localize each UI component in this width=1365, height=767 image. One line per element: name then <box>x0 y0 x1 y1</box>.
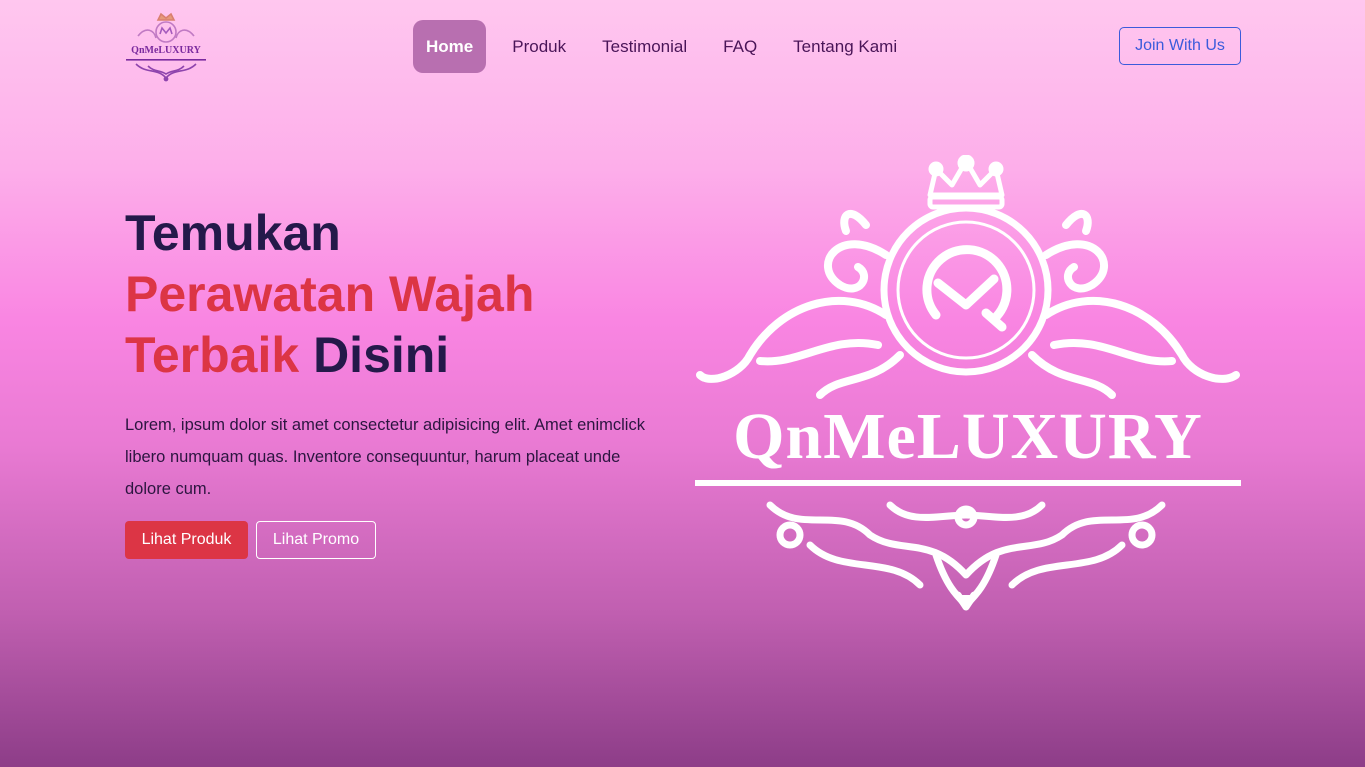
monogram-icon <box>922 245 1012 332</box>
nav-faq[interactable]: FAQ <box>723 37 757 57</box>
hero-title-word-terbaik: Terbaik <box>125 327 300 383</box>
hero-title-line-1: Temukan <box>125 203 534 264</box>
navbar: QnMeLUXURY Home Produk Testimonial FAQ T… <box>0 0 1365 92</box>
nav-tentang-kami[interactable]: Tentang Kami <box>793 37 897 57</box>
hero-description: Lorem, ipsum dolor sit amet consectetur … <box>125 416 645 498</box>
nav-testimonial[interactable]: Testimonial <box>602 37 687 57</box>
lihat-promo-button[interactable]: Lihat Promo <box>256 521 376 559</box>
hero-title-word-disini: Disini <box>313 327 450 383</box>
crown-icon <box>927 155 1005 210</box>
hero-title-line-2: Perawatan Wajah <box>125 266 535 322</box>
hero-title: Temukan Perawatan Wajah Terbaik Disini <box>125 203 534 386</box>
brand-logo[interactable]: QnMeLUXURY <box>124 12 208 82</box>
hero-title-line-3: Terbaik Disini <box>125 325 534 386</box>
ornament-icon <box>766 501 1166 611</box>
hero-title-word-temukan: Temukan <box>125 205 341 261</box>
crest-ornament-icon <box>695 155 1241 611</box>
join-with-us-button[interactable]: Join With Us <box>1119 27 1241 65</box>
nav-home[interactable]: Home <box>413 20 487 73</box>
nav-produk[interactable]: Produk <box>512 37 566 57</box>
hero-brand-logo: QnMeLUXURY <box>690 155 1246 613</box>
main-nav: Home Produk Testimonial FAQ Tentang Kami <box>413 20 897 73</box>
brand-logo-text: QnMeLUXURY <box>131 45 201 56</box>
hero-logo-text: QnMeLUXURY <box>733 400 1203 473</box>
lihat-produk-button[interactable]: Lihat Produk <box>125 521 248 559</box>
